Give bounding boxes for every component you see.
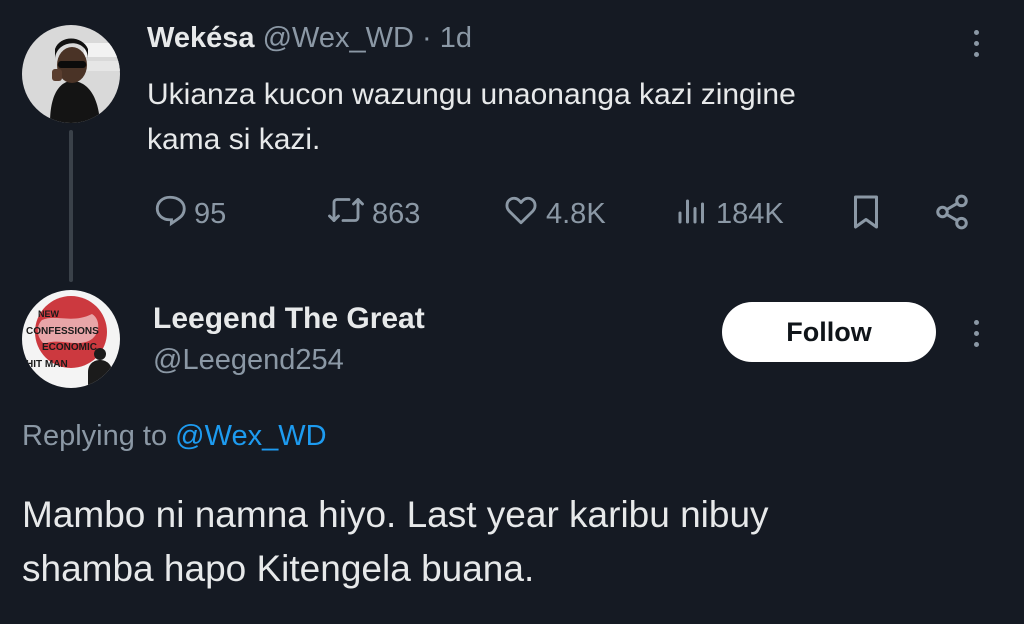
reply-text: Mambo ni namna hiyo. Last year karibu ni… [22,488,769,596]
thread-connector [69,130,73,282]
tweet-time[interactable]: 1d [440,22,472,54]
reply-author-handle[interactable]: @Leegend254 [153,338,425,382]
reply-header: Leegend The Great @Leegend254 [153,300,425,382]
views-count: 184K [716,197,784,230]
bookmark-icon[interactable] [850,194,882,235]
author-handle[interactable]: @Wex_WD [263,22,414,54]
views-action[interactable]: 184K [674,192,784,236]
replying-to-label: Replying to [22,420,168,452]
follow-button[interactable]: Follow [722,302,936,362]
separator-dot: · [421,22,432,54]
tweet-header: Wekésa @Wex_WD · 1d [147,22,472,55]
views-icon[interactable] [674,192,710,236]
reply-action[interactable]: 95 [152,192,226,236]
like-action[interactable]: 4.8K [502,192,606,236]
avatar-text-3: ECONOMIC [42,342,97,353]
reply-text-line-1: Mambo ni namna hiyo. Last year karibu ni… [22,494,769,535]
like-count: 4.8K [546,197,606,230]
reply-count: 95 [194,197,227,230]
avatar-leegend[interactable]: NEW CONFESSIONS ECONOMIC HIT MAN [22,290,120,388]
retweet-icon[interactable] [326,192,366,236]
reply-text-line-2: shamba hapo Kitengela buana. [22,548,535,589]
retweet-action[interactable]: 863 [326,192,420,236]
avatar-wekesa[interactable] [22,25,120,123]
share-icon[interactable] [932,193,972,236]
tweet-text-line-1: Ukianza kucon wazungu unaonanga kazi zin… [147,78,796,111]
replying-to-handle[interactable]: @Wex_WD [175,420,326,452]
tweet-text: Ukianza kucon wazungu unaonanga kazi zin… [147,72,796,162]
author-name[interactable]: Wekésa [147,22,255,54]
like-icon[interactable] [502,192,540,236]
replying-to: Replying to @Wex_WD [22,420,327,453]
avatar-text-4: HIT MAN [26,359,68,370]
reply-author-name[interactable]: Leegend The Great [153,300,425,338]
avatar-text-1: NEW [38,309,60,319]
reply-icon[interactable] [152,192,188,236]
more-icon[interactable] [970,30,982,57]
avatar-text-2: CONFESSIONS [26,326,99,337]
reply-more-icon[interactable] [970,320,982,347]
retweet-count: 863 [372,197,421,230]
tweet-text-line-2: kama si kazi. [147,123,321,156]
